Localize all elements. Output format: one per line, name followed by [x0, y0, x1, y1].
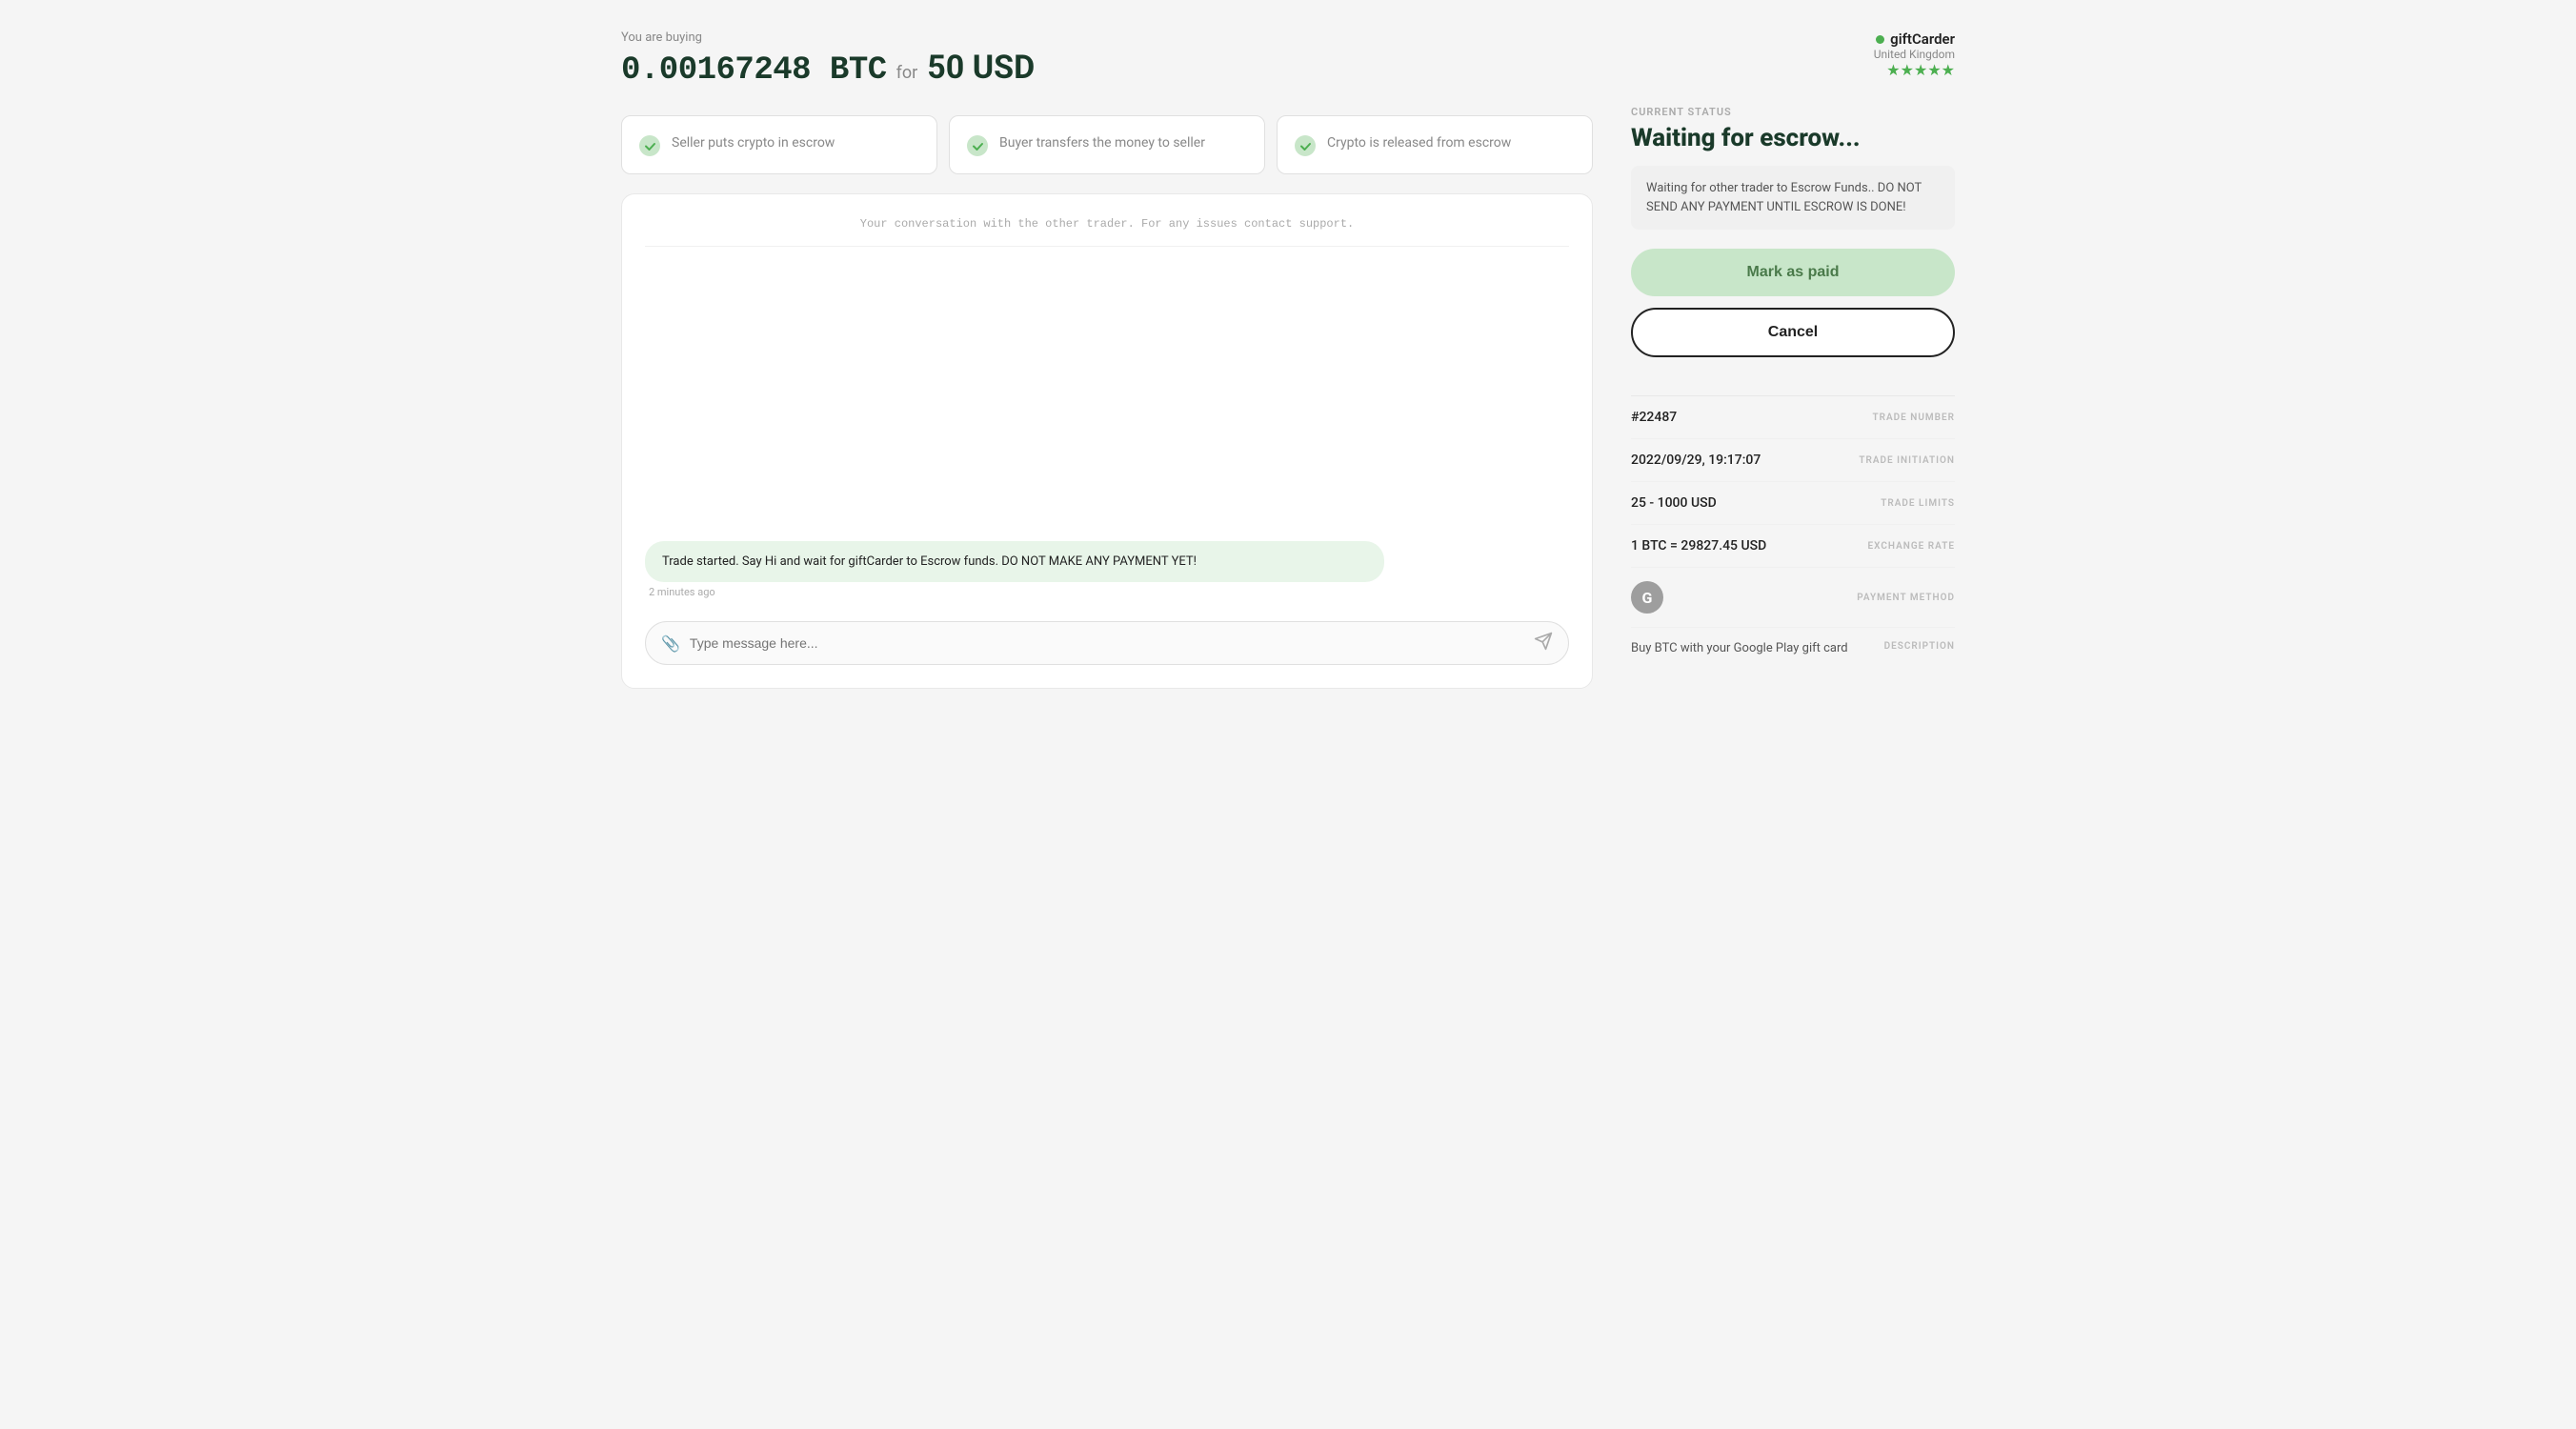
seller-name: giftCarder: [1890, 30, 1955, 48]
trade-initiation-row: 2022/09/29, 19:17:07 TRADE INITIATION: [1631, 439, 1955, 482]
seller-country: United Kingdom: [1874, 48, 1955, 61]
chat-input[interactable]: [690, 635, 1524, 651]
trade-number-label: TRADE NUMBER: [1872, 413, 1955, 423]
mark-as-paid-button[interactable]: Mark as paid: [1631, 249, 1955, 296]
you-are-buying-label: You are buying: [621, 30, 1593, 45]
btc-amount: 0.00167248 BTC: [621, 52, 887, 89]
for-label: for: [896, 63, 918, 83]
exchange-rate-label: EXCHANGE RATE: [1868, 541, 1955, 552]
payment-method-row: G PAYMENT METHOD: [1631, 568, 1955, 628]
current-status-label: CURRENT STATUS: [1631, 106, 1955, 118]
trade-limits-value: 25 - 1000 USD: [1631, 495, 1717, 511]
chat-message-item: Trade started. Say Hi and wait for giftC…: [645, 541, 1569, 599]
attach-icon[interactable]: 📎: [661, 634, 680, 653]
step-3-check: [1295, 135, 1316, 156]
step-2-card: Buyer transfers the money to seller: [949, 115, 1265, 174]
seller-online-dot: [1876, 35, 1884, 44]
seller-badge: giftCarder United Kingdom ★★★★★: [1631, 30, 1955, 79]
trade-initiation-value: 2022/09/29, 19:17:07: [1631, 453, 1761, 468]
chat-intro: Your conversation with the other trader.…: [645, 217, 1569, 247]
payment-method-icon: G: [1631, 581, 1663, 614]
step-2-text: Buyer transfers the money to seller: [999, 133, 1205, 153]
escrow-warning: Waiting for other trader to Escrow Funds…: [1631, 166, 1955, 230]
trade-limits-label: TRADE LIMITS: [1881, 498, 1955, 509]
trade-amount: 0.00167248 BTC for 50 USD: [621, 49, 1593, 89]
exchange-rate-value: 1 BTC = 29827.45 USD: [1631, 538, 1766, 553]
send-icon[interactable]: [1534, 632, 1553, 654]
trade-number-row: #22487 TRADE NUMBER: [1631, 396, 1955, 439]
sidebar: giftCarder United Kingdom ★★★★★ CURRENT …: [1631, 30, 1955, 689]
trade-initiation-label: TRADE INITIATION: [1859, 455, 1955, 466]
exchange-rate-row: 1 BTC = 29827.45 USD EXCHANGE RATE: [1631, 525, 1955, 568]
status-title: Waiting for escrow...: [1631, 124, 1955, 152]
step-1-check: [639, 135, 660, 156]
trade-details: #22487 TRADE NUMBER 2022/09/29, 19:17:07…: [1631, 395, 1955, 669]
trade-limits-row: 25 - 1000 USD TRADE LIMITS: [1631, 482, 1955, 525]
step-1-card: Seller puts crypto in escrow: [621, 115, 937, 174]
description-value: Buy BTC with your Google Play gift card: [1631, 641, 1848, 655]
seller-stars: ★★★★★: [1874, 61, 1955, 79]
chat-input-row[interactable]: 📎: [645, 621, 1569, 665]
seller-info: giftCarder United Kingdom ★★★★★: [1874, 30, 1955, 79]
cancel-button[interactable]: Cancel: [1631, 308, 1955, 357]
page-header: You are buying 0.00167248 BTC for 50 USD: [621, 30, 1593, 89]
step-1-text: Seller puts crypto in escrow: [672, 133, 835, 153]
payment-method-label: PAYMENT METHOD: [1857, 593, 1955, 603]
step-3-card: Crypto is released from escrow: [1277, 115, 1593, 174]
steps-row: Seller puts crypto in escrow Buyer trans…: [621, 115, 1593, 174]
usd-amount: 50 USD: [927, 49, 1035, 87]
step-2-check: [967, 135, 988, 156]
chat-messages: Trade started. Say Hi and wait for giftC…: [645, 266, 1569, 614]
description-label: DESCRIPTION: [1884, 641, 1955, 652]
chat-bubble: Trade started. Say Hi and wait for giftC…: [645, 541, 1384, 583]
chat-container: Your conversation with the other trader.…: [621, 193, 1593, 689]
trade-number-value: #22487: [1631, 410, 1677, 425]
description-row: Buy BTC with your Google Play gift card …: [1631, 628, 1955, 669]
step-3-text: Crypto is released from escrow: [1327, 133, 1511, 153]
chat-time: 2 minutes ago: [645, 586, 1569, 598]
